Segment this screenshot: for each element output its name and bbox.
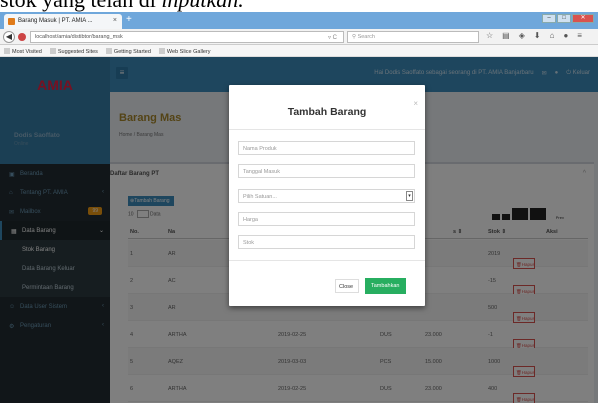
product-name-input[interactable]: Nama Produk xyxy=(238,141,415,155)
browser-window: Barang Masuk | PT. AMIA ... × + – □ ✕ ◀ … xyxy=(0,12,598,403)
navigation-bar: ◀ localhost/amia/distibtor/barang_msk ▿ … xyxy=(0,29,598,45)
submit-button[interactable]: Tambahkan xyxy=(365,278,406,294)
bookmark-getting-started[interactable]: Getting Started xyxy=(105,48,151,55)
new-tab-button[interactable]: + xyxy=(126,14,132,25)
stock-input[interactable]: Stok xyxy=(238,235,415,249)
download-icon[interactable]: ⬇ xyxy=(534,31,541,40)
reload-icon[interactable]: ▿ C xyxy=(328,34,337,41)
price-input[interactable]: Harga xyxy=(238,212,415,226)
search-input[interactable]: ⚲ Search xyxy=(347,31,479,43)
site-info-icon[interactable] xyxy=(18,33,26,41)
clipboard-icon[interactable]: ▤ xyxy=(502,31,510,40)
stock-placeholder: Stok xyxy=(243,240,255,246)
window-controls: – □ ✕ xyxy=(542,14,594,23)
maximize-button[interactable]: □ xyxy=(557,14,571,23)
star-icon[interactable]: ☆ xyxy=(486,31,493,40)
search-placeholder: Search xyxy=(357,34,375,40)
back-button[interactable]: ◀ xyxy=(3,31,15,43)
close-button[interactable]: Close xyxy=(335,279,359,293)
unit-select-value: Pilih Satuan... xyxy=(243,194,277,200)
document-caption: stok yang telah di inputkan. xyxy=(0,0,598,12)
toolbar-icons: ☆ ▤ ◈ ⬇ ⌂ ● ≡ xyxy=(486,31,582,40)
address-bar[interactable]: localhost/amia/distibtor/barang_msk ▿ C xyxy=(30,31,344,43)
product-name-placeholder: Nama Produk xyxy=(243,146,277,152)
browser-tab[interactable]: Barang Masuk | PT. AMIA ... × xyxy=(4,14,122,29)
modal-divider xyxy=(229,129,425,130)
shield-icon[interactable]: ◈ xyxy=(519,31,525,40)
modal-title: Tambah Barang xyxy=(287,106,367,118)
caption-text: stok yang telah di xyxy=(0,0,161,12)
modal-footer-divider xyxy=(229,260,425,261)
tab-title: Barang Masuk | PT. AMIA ... xyxy=(18,18,93,24)
favicon-icon xyxy=(8,18,15,25)
modal-close-icon[interactable]: × xyxy=(413,99,418,108)
bookmark-suggested-sites[interactable]: Suggested Sites xyxy=(49,48,98,55)
menu-icon[interactable]: ≡ xyxy=(577,31,582,40)
date-placeholder: Tanggal Masuk xyxy=(243,169,280,175)
bookmark-most-visited[interactable]: Most Visited xyxy=(4,48,42,55)
bookmark-web-slice-gallery[interactable]: Web Slice Gallery xyxy=(158,48,211,55)
caption-emphasis: inputkan. xyxy=(161,0,244,12)
chevron-down-icon: ▾ xyxy=(406,191,413,201)
bookmarks-bar: Most Visited Suggested Sites Getting Sta… xyxy=(0,45,598,57)
date-input[interactable]: Tanggal Masuk xyxy=(238,164,415,178)
unit-select[interactable]: Pilih Satuan... ▾ xyxy=(238,189,415,203)
sync-icon[interactable]: ● xyxy=(563,31,568,40)
tab-close-icon[interactable]: × xyxy=(113,17,117,24)
minimize-button[interactable]: – xyxy=(542,14,556,23)
price-placeholder: Harga xyxy=(243,217,258,223)
add-item-modal: Tambah Barang × Nama Produk Tanggal Masu… xyxy=(229,85,425,306)
close-window-button[interactable]: ✕ xyxy=(572,14,594,23)
tab-bar: Barang Masuk | PT. AMIA ... × + – □ ✕ xyxy=(0,12,598,29)
home-icon[interactable]: ⌂ xyxy=(550,31,555,40)
url-text: localhost/amia/distibtor/barang_msk xyxy=(35,34,123,40)
